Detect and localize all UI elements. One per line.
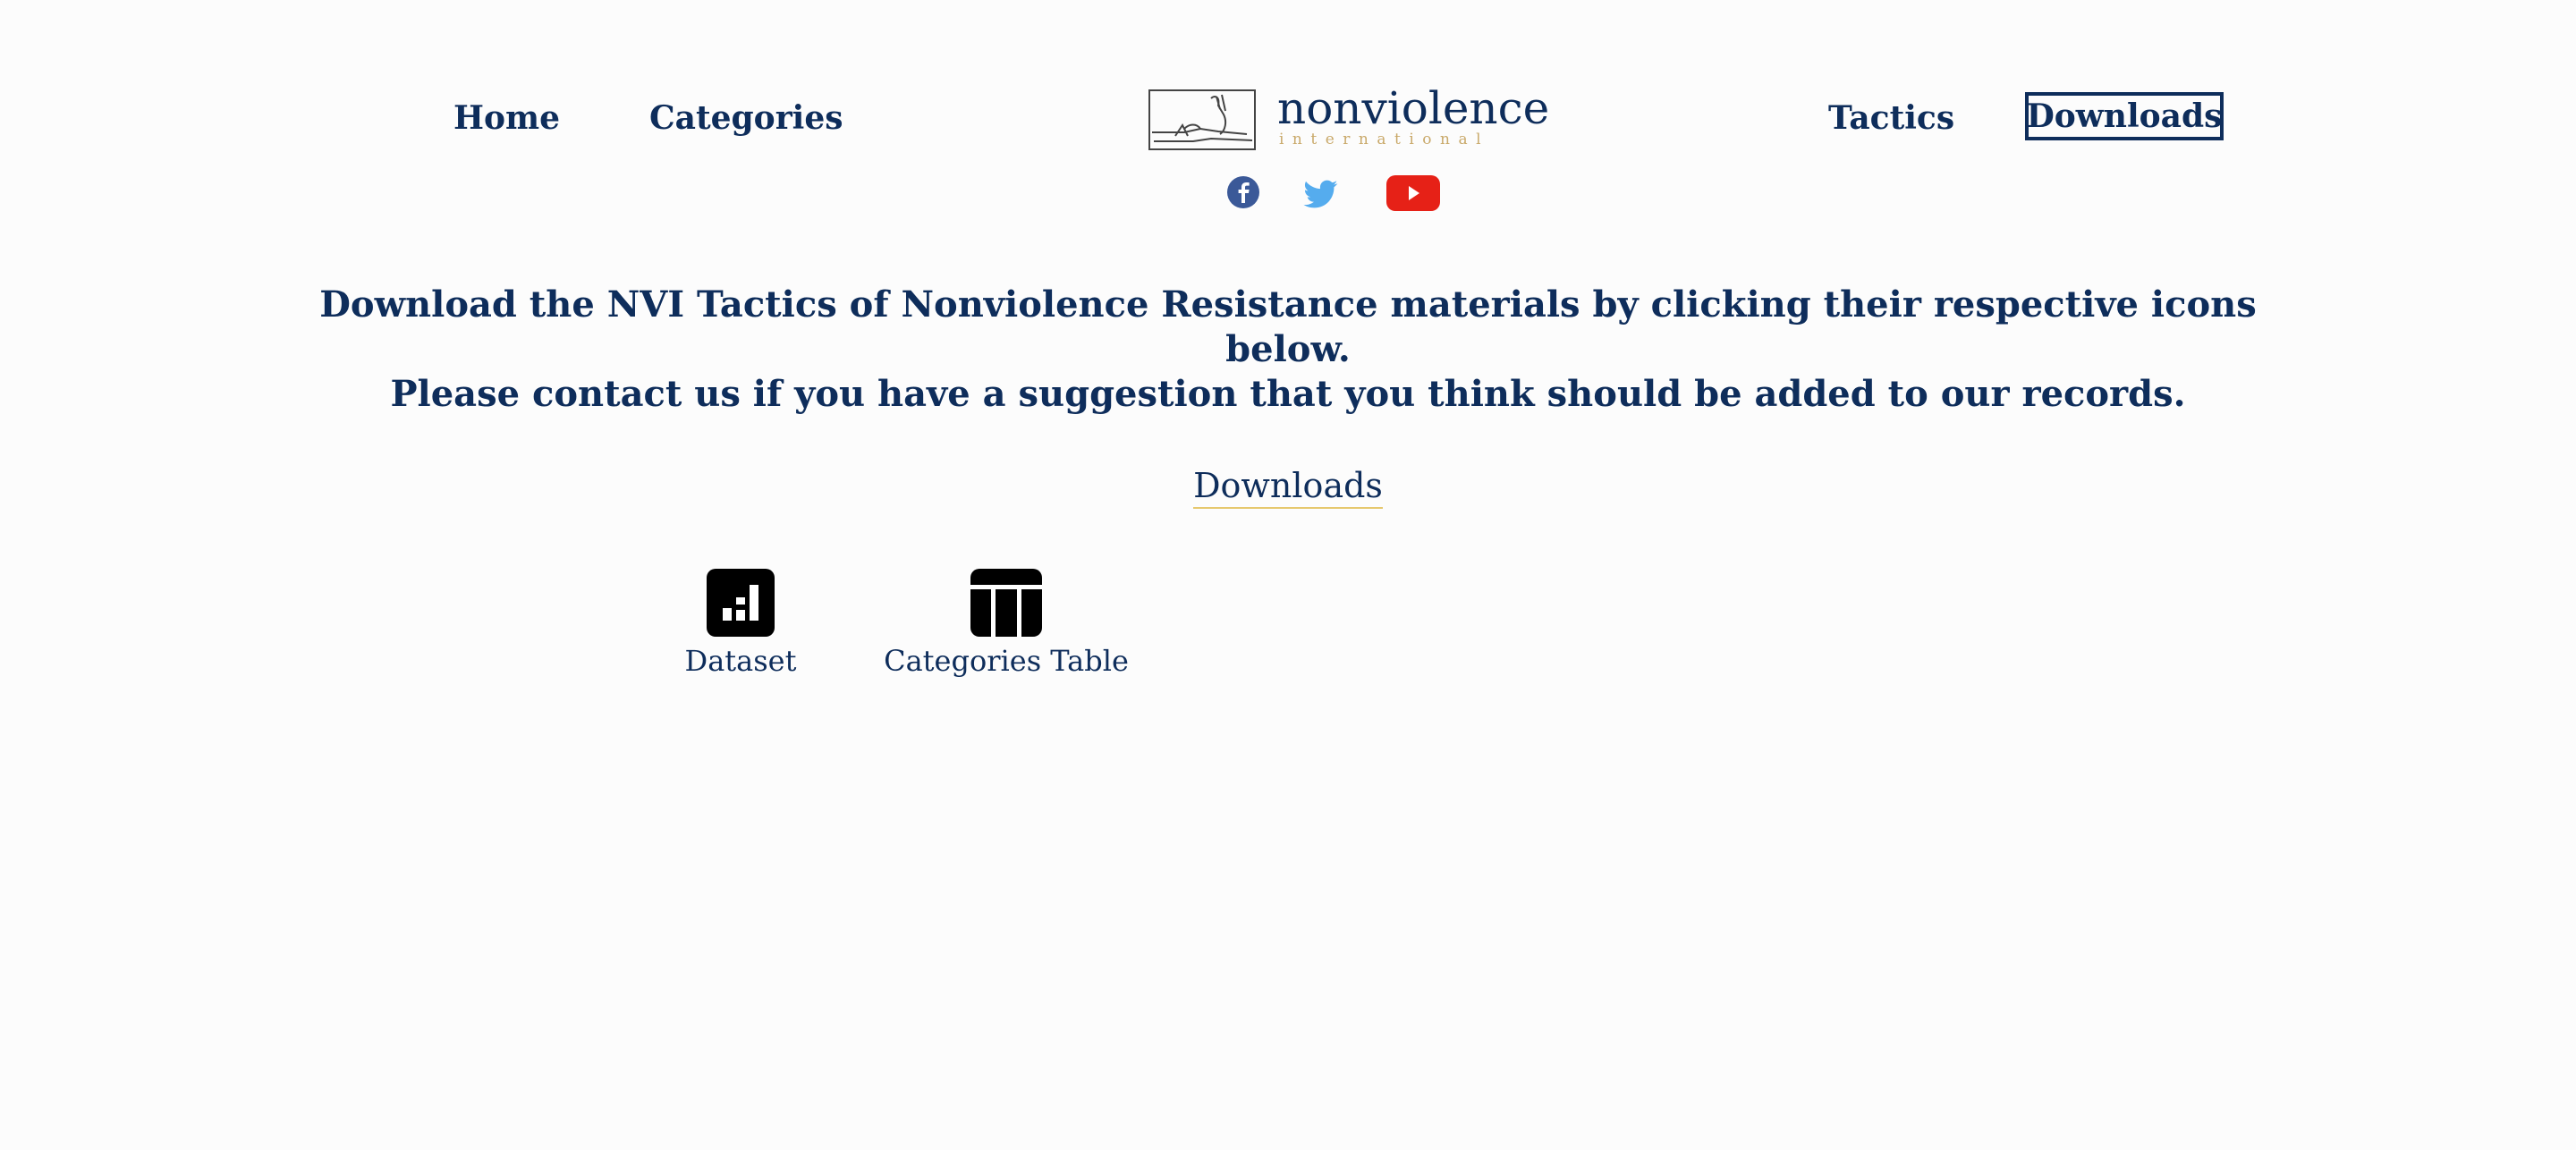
nav-home[interactable]: Home (453, 102, 560, 134)
logo[interactable]: nonviolence international (1148, 86, 1549, 152)
facebook-icon[interactable] (1226, 175, 1260, 213)
downloads-heading-label: Downloads (1193, 466, 1383, 509)
nav-downloads-label: Downloads (2026, 97, 2223, 135)
intro-line-2: Please contact us if you have a suggesti… (390, 373, 2186, 415)
nav-downloads[interactable]: Downloads (2025, 92, 2224, 140)
categories-table-download[interactable]: Categories Table (877, 569, 1136, 677)
nav-categories[interactable]: Categories (649, 102, 843, 134)
logo-mark-icon (1148, 89, 1256, 150)
twitter-icon[interactable] (1302, 175, 1340, 215)
intro-line-1: Download the NVI Tactics of Nonviolence … (319, 283, 2257, 370)
dataset-download[interactable]: Dataset (662, 569, 819, 677)
dataset-label: Dataset (684, 644, 797, 678)
intro-text: Download the NVI Tactics of Nonviolence … (268, 283, 2308, 417)
logo-wordmark: nonviolence (1277, 82, 1550, 134)
youtube-icon[interactable] (1385, 175, 1441, 216)
table-icon (970, 569, 1042, 637)
chart-icon (707, 569, 775, 637)
categories-table-label: Categories Table (884, 644, 1129, 678)
downloads-heading[interactable]: Downloads (1073, 466, 1503, 509)
nav-tactics[interactable]: Tactics (1828, 102, 1954, 134)
logo-subtitle: international (1279, 131, 1490, 148)
